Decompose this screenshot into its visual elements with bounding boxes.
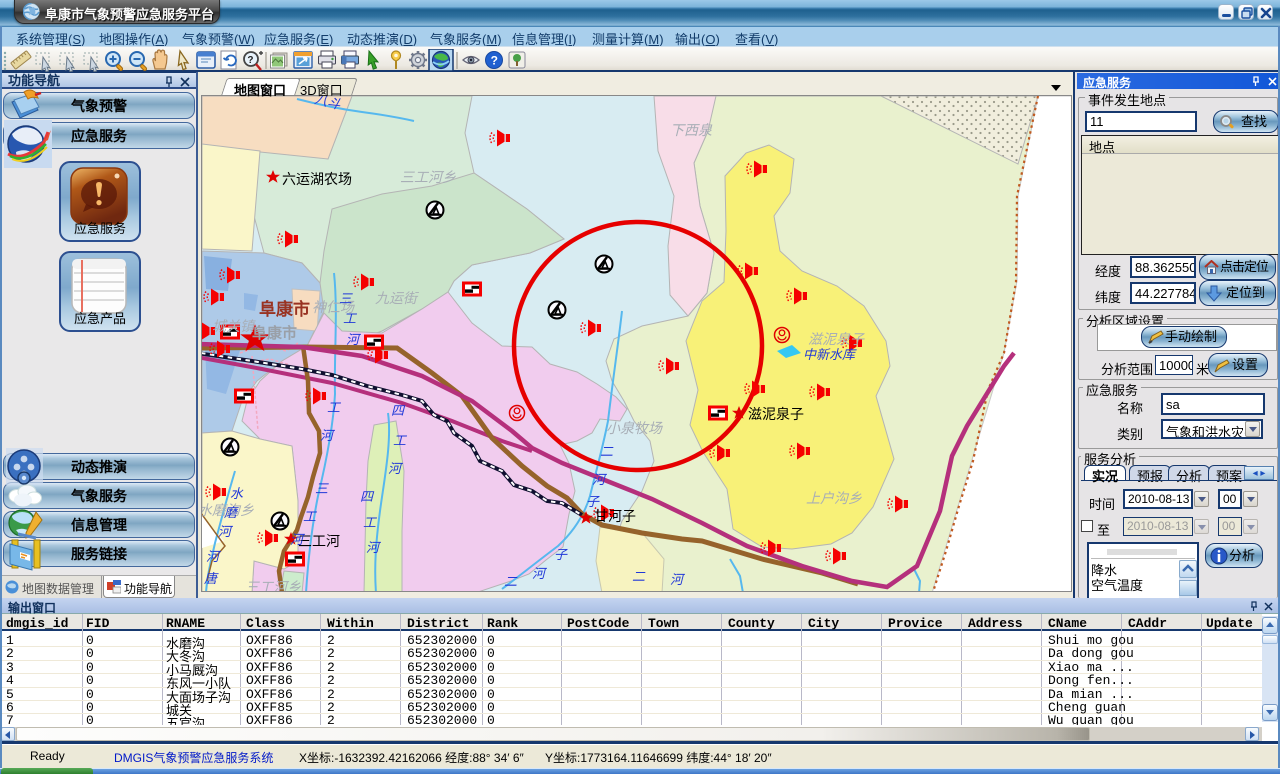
svg-text:甘河子: 甘河子 bbox=[594, 508, 636, 524]
svg-text:?: ? bbox=[491, 54, 498, 68]
svg-text:磨: 磨 bbox=[224, 505, 239, 520]
svg-text:四: 四 bbox=[391, 403, 406, 418]
svg-text:子: 子 bbox=[554, 547, 568, 562]
svg-text:二: 二 bbox=[600, 444, 614, 459]
svg-text:二: 二 bbox=[632, 569, 646, 584]
svg-text:工: 工 bbox=[393, 433, 408, 448]
svg-text:三: 三 bbox=[339, 291, 353, 306]
svg-text:滋泥泉子: 滋泥泉子 bbox=[808, 331, 865, 347]
svg-text:滋泥泉子: 滋泥泉子 bbox=[748, 406, 804, 422]
svg-text:九运街: 九运街 bbox=[375, 290, 419, 306]
svg-text:中新水库: 中新水库 bbox=[803, 347, 857, 362]
svg-text:阜康市: 阜康市 bbox=[259, 299, 310, 319]
svg-text:唐: 唐 bbox=[204, 571, 219, 586]
svg-text:三工河乡: 三工河乡 bbox=[245, 579, 301, 591]
svg-text:工: 工 bbox=[363, 515, 378, 530]
svg-text:四: 四 bbox=[360, 489, 375, 504]
svg-text:六运湖农场: 六运湖农场 bbox=[282, 171, 352, 187]
svg-text:下西泉: 下西泉 bbox=[670, 122, 713, 138]
svg-text:二: 二 bbox=[504, 574, 518, 589]
svg-text:三工河: 三工河 bbox=[298, 533, 340, 549]
svg-text:三工河乡: 三工河乡 bbox=[400, 169, 456, 185]
svg-text:工: 工 bbox=[303, 509, 318, 524]
svg-text:?: ? bbox=[247, 55, 253, 66]
svg-text:阜康市: 阜康市 bbox=[252, 324, 297, 342]
svg-text:子: 子 bbox=[586, 494, 600, 509]
svg-text:工: 工 bbox=[343, 311, 358, 326]
svg-text:工: 工 bbox=[327, 400, 342, 415]
svg-text:小泉牧场: 小泉牧场 bbox=[606, 420, 663, 436]
svg-text:三: 三 bbox=[315, 481, 329, 496]
svg-text:水: 水 bbox=[230, 486, 244, 501]
svg-text:城关镇: 城关镇 bbox=[212, 318, 256, 334]
svg-text:上户沟乡: 上户沟乡 bbox=[806, 490, 862, 506]
